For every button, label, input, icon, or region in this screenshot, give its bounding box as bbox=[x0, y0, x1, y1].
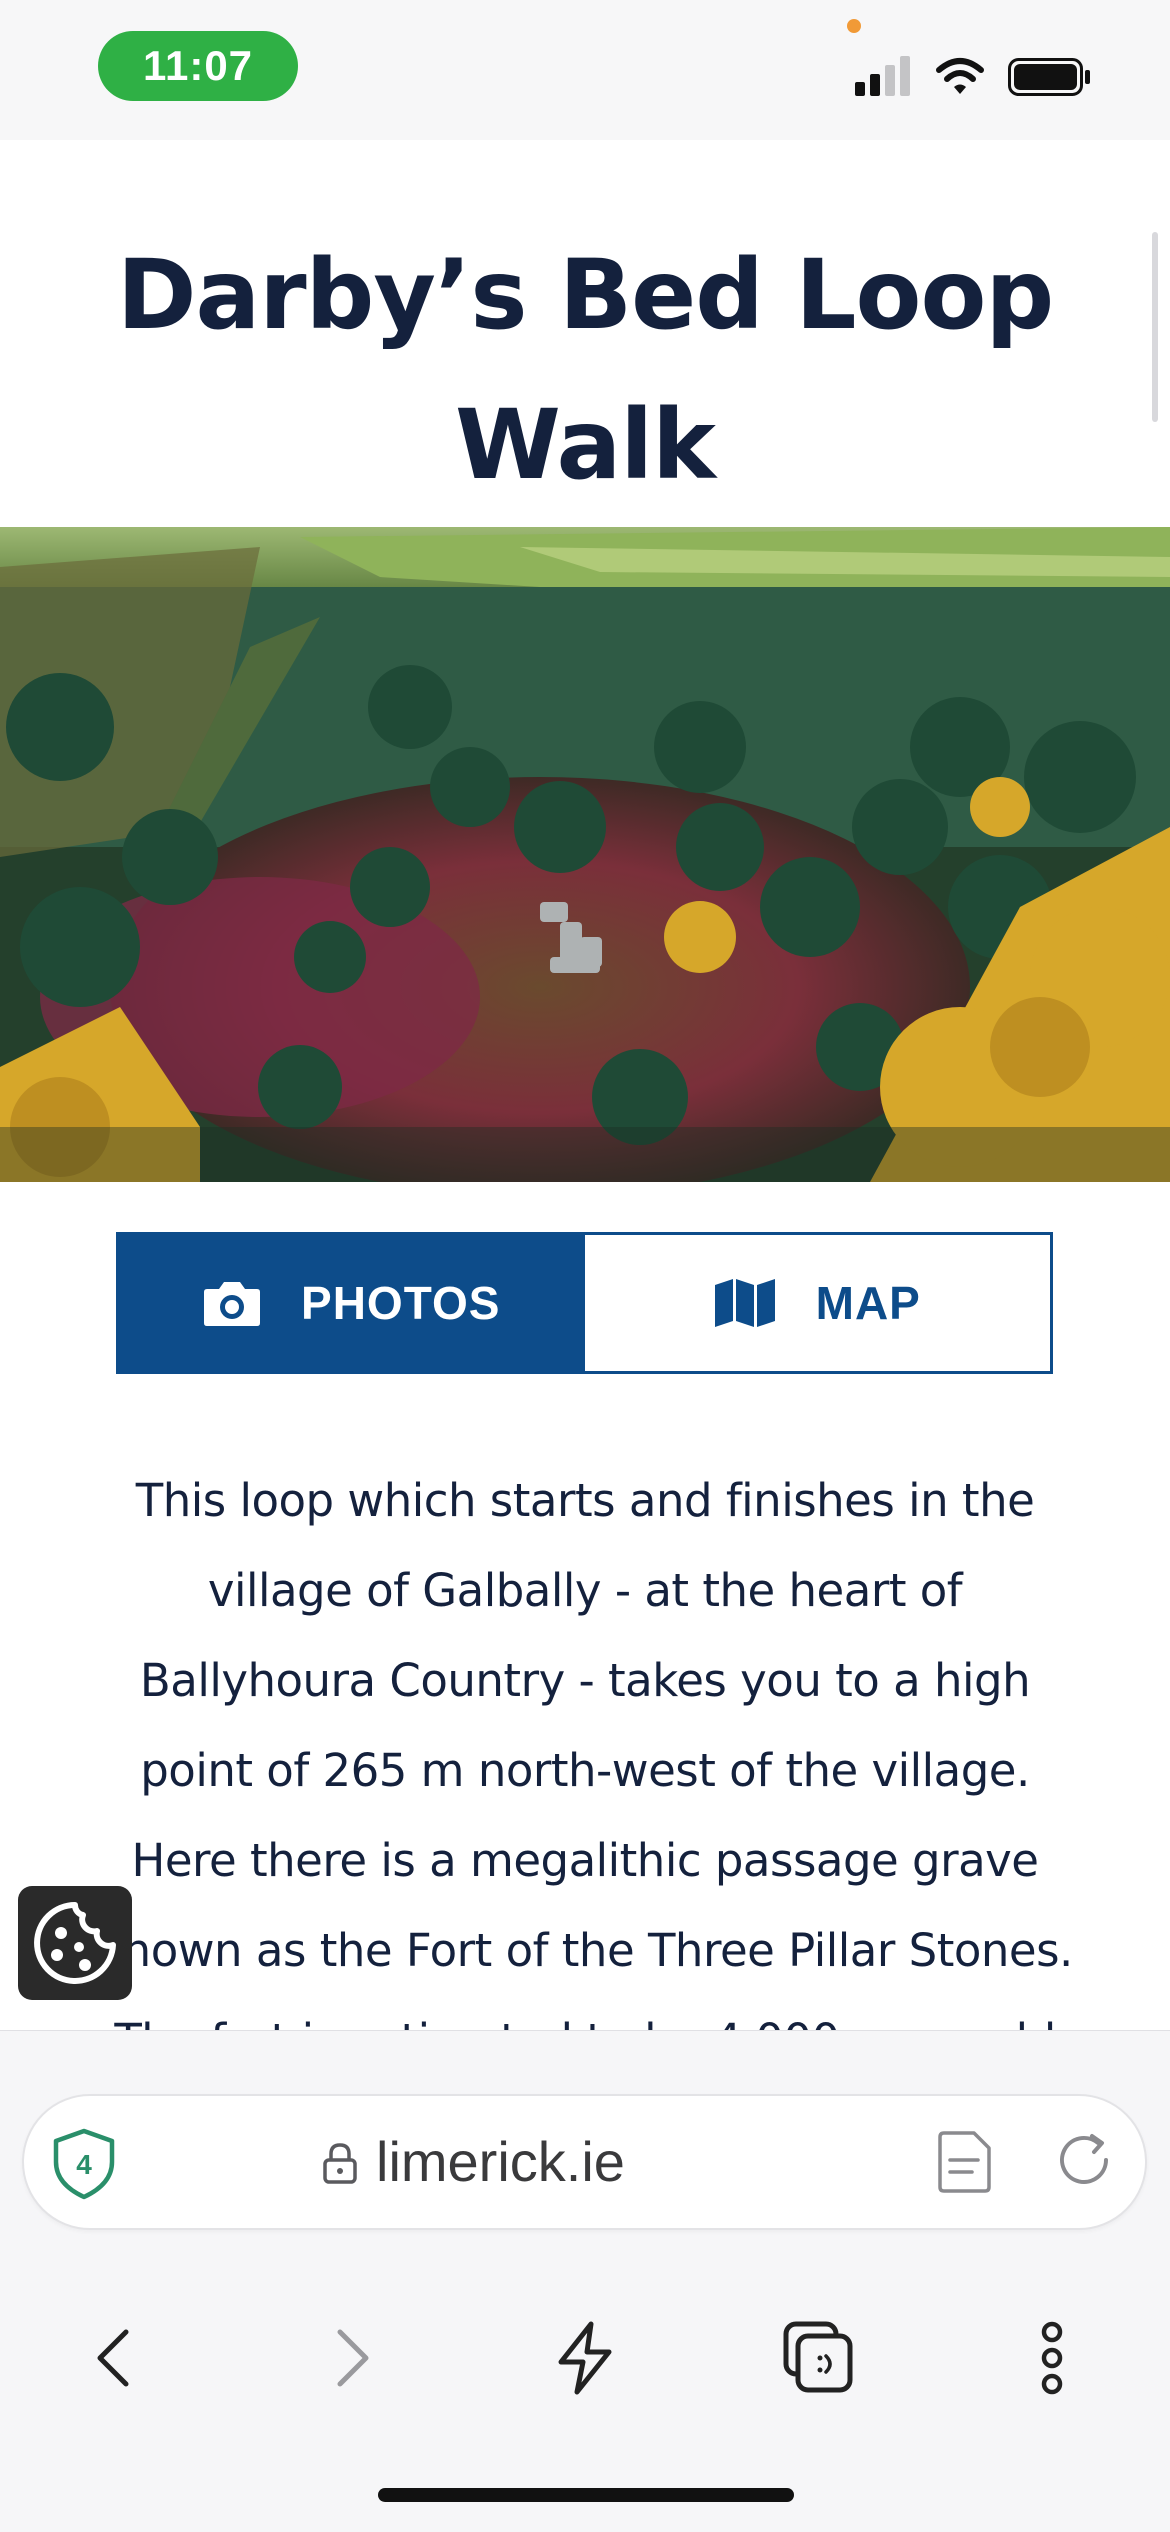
description-line: village of Galbally - at the heart of bbox=[207, 1564, 963, 1617]
reader-mode-icon[interactable] bbox=[936, 2130, 992, 2194]
cookie-icon bbox=[34, 1902, 116, 1984]
cookie-settings-button[interactable] bbox=[18, 1886, 132, 2000]
reload-icon[interactable] bbox=[1052, 2128, 1116, 2192]
tab-photos[interactable]: PHOTOS bbox=[119, 1235, 585, 1371]
lock-icon bbox=[323, 2143, 357, 2184]
tab-map[interactable]: MAP bbox=[584, 1235, 1050, 1371]
description-line: The fort is estimated to be 4,000 years … bbox=[80, 1996, 1090, 2030]
shield-icon[interactable]: 4 bbox=[52, 2128, 116, 2200]
more-menu-icon[interactable] bbox=[1012, 2318, 1092, 2398]
tab-photos-label: PHOTOS bbox=[301, 1277, 501, 1329]
description-line: known as the Fort of the Three Pillar St… bbox=[97, 1924, 1073, 1977]
map-icon bbox=[714, 1279, 775, 1327]
description-line: point of 265 m north-west of the village… bbox=[140, 1744, 1030, 1797]
description-line: Here there is a megalithic passage grave bbox=[131, 1834, 1039, 1887]
tracker-count: 4 bbox=[76, 2149, 92, 2180]
lightning-icon[interactable] bbox=[545, 2318, 625, 2398]
home-indicator[interactable] bbox=[378, 2488, 794, 2502]
page-title-line2: Walk bbox=[455, 389, 716, 501]
web-content: Darby’s Bed Loop Walk PHOTOS MAP This lo… bbox=[0, 0, 1170, 2030]
scroll-indicator[interactable] bbox=[1152, 232, 1158, 422]
media-tabs: PHOTOS MAP bbox=[116, 1232, 1053, 1374]
forward-icon[interactable] bbox=[310, 2318, 390, 2398]
url-text[interactable]: limerick.ie bbox=[376, 2122, 625, 2202]
camera-icon bbox=[204, 1282, 261, 1326]
back-icon[interactable] bbox=[76, 2318, 156, 2398]
hero-image bbox=[0, 527, 1170, 1182]
page-title-line1: Darby’s Bed Loop bbox=[116, 239, 1054, 351]
description-line: This loop which starts and finishes in t… bbox=[135, 1474, 1035, 1527]
description-line: Ballyhoura Country - takes you to a high bbox=[139, 1654, 1031, 1707]
tabs-icon[interactable] bbox=[778, 2318, 858, 2398]
tab-map-label: MAP bbox=[815, 1277, 921, 1329]
walk-description: This loop which starts and finishes in t… bbox=[80, 1456, 1090, 2030]
page-title: Darby’s Bed Loop Walk bbox=[60, 220, 1110, 520]
